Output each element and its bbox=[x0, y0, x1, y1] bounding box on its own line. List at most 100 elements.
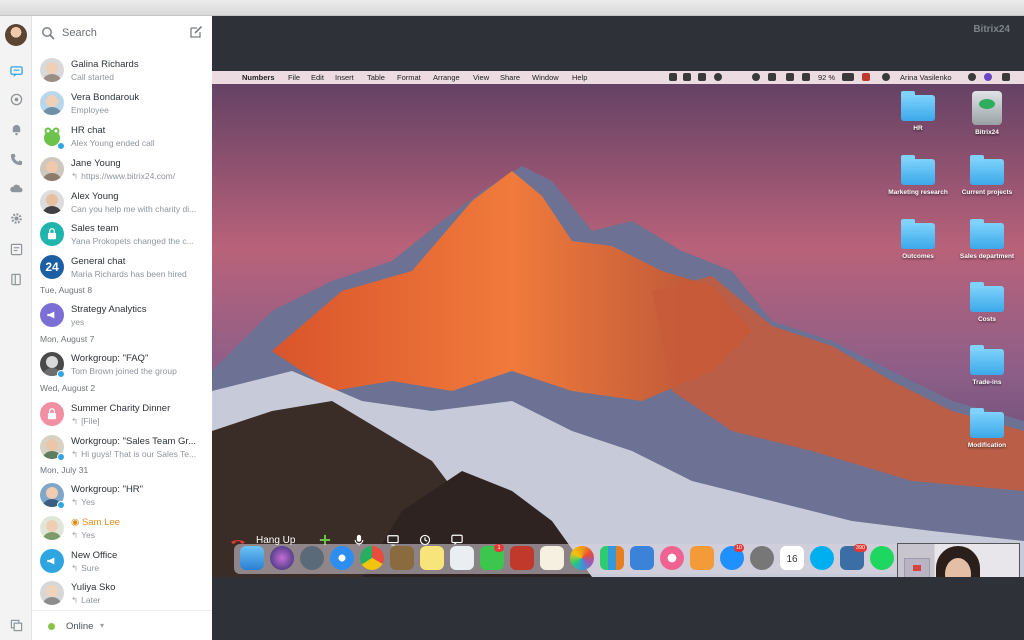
desktop-drive-bitrix24[interactable]: Bitrix24 bbox=[955, 91, 1019, 137]
reply-icon: ↰ bbox=[71, 563, 79, 573]
desktop-folder-current-projects[interactable]: Current projects bbox=[955, 155, 1019, 197]
status-selector[interactable]: Online ▾ bbox=[32, 610, 212, 640]
settings-icon[interactable] bbox=[9, 211, 23, 225]
chat-item-vera-bondarouk[interactable]: Vera Bondarouk Employee bbox=[32, 88, 212, 120]
notification-center-icon[interactable] bbox=[1002, 73, 1010, 81]
drive-icon[interactable] bbox=[9, 182, 23, 196]
desktop-folder-costs[interactable]: Costs bbox=[955, 282, 1019, 324]
skype-icon[interactable] bbox=[810, 546, 834, 570]
desktop-folder-modification[interactable]: Modification bbox=[955, 408, 1019, 450]
keynote-icon[interactable] bbox=[630, 546, 654, 570]
books-icon[interactable] bbox=[690, 546, 714, 570]
pages-icon[interactable] bbox=[540, 546, 564, 570]
chat-item-sales-team[interactable]: Sales team Yana Prokopets changed the c.… bbox=[32, 219, 212, 251]
avatar bbox=[40, 581, 64, 605]
chat-name: Workgroup: "FAQ" bbox=[71, 353, 149, 364]
phone-icon[interactable] bbox=[9, 152, 23, 166]
self-video-preview[interactable] bbox=[897, 543, 1020, 577]
desktop-folder-trade-ins[interactable]: Trade-ins bbox=[955, 345, 1019, 387]
notifications-icon[interactable] bbox=[9, 92, 23, 106]
chat-item-workgroup-faq[interactable]: Workgroup: "FAQ" Tom Brown joined the gr… bbox=[32, 349, 212, 381]
airplay-icon[interactable] bbox=[786, 73, 794, 81]
bluetooth-icon[interactable] bbox=[736, 73, 744, 81]
book-icon[interactable] bbox=[9, 272, 23, 286]
tasks-icon[interactable] bbox=[9, 242, 23, 256]
avatar bbox=[40, 157, 64, 181]
numbers-icon[interactable] bbox=[600, 546, 624, 570]
chat-item-yuliya-sko[interactable]: Yuliya Sko ↰ Later bbox=[32, 578, 212, 610]
menu-edit[interactable]: Edit bbox=[311, 73, 324, 82]
menu-file[interactable]: File bbox=[288, 73, 300, 82]
menu-view[interactable]: View bbox=[473, 73, 489, 82]
wifi-icon[interactable] bbox=[768, 73, 776, 81]
spotify-icon[interactable] bbox=[870, 546, 894, 570]
my-avatar[interactable] bbox=[5, 24, 27, 46]
chat-item-workgroup-sales-team[interactable]: Workgroup: "Sales Team Gr... ↰ Hi guys! T… bbox=[32, 432, 212, 464]
photos-icon[interactable] bbox=[570, 546, 594, 570]
chat-item-hr-chat[interactable]: HR chat Alex Young ended call bbox=[32, 121, 212, 153]
menu-insert[interactable]: Insert bbox=[335, 73, 354, 82]
menu-arrange[interactable]: Arrange bbox=[433, 73, 460, 82]
menu-help[interactable]: Help bbox=[572, 73, 587, 82]
chat-item-alex-young[interactable]: Alex Young Can you help me with charity … bbox=[32, 187, 212, 219]
compose-icon[interactable] bbox=[189, 25, 203, 39]
bell-icon[interactable] bbox=[9, 122, 23, 136]
siri-orb-icon[interactable] bbox=[984, 73, 992, 81]
copy-icon[interactable] bbox=[9, 618, 23, 632]
folder-icon bbox=[970, 408, 1004, 438]
chat-name: Strategy Analytics bbox=[71, 304, 147, 315]
menu-user-name[interactable]: Arina Vasilenko bbox=[900, 73, 952, 82]
chat-name: HR chat bbox=[71, 125, 106, 136]
desktop-folder-marketing[interactable]: Marketing research bbox=[886, 155, 950, 197]
clock-icon[interactable] bbox=[752, 73, 760, 81]
volume-icon[interactable] bbox=[802, 73, 810, 81]
menu-app-name[interactable]: Numbers bbox=[242, 73, 275, 82]
menu-window[interactable]: Window bbox=[532, 73, 559, 82]
desktop-folder-sales[interactable]: Sales department bbox=[955, 219, 1019, 261]
chat-item-workgroup-hr[interactable]: Workgroup: "HR" ↰ Yes bbox=[32, 480, 212, 512]
photo-booth-icon[interactable] bbox=[510, 546, 534, 570]
status-bar-icon[interactable] bbox=[669, 73, 677, 81]
chat-preview: Yana Prokopets changed the c... bbox=[71, 236, 194, 246]
siri-icon[interactable] bbox=[882, 73, 890, 81]
battery-icon[interactable] bbox=[842, 73, 854, 81]
menu-share[interactable]: Share bbox=[500, 73, 520, 82]
map-poster bbox=[904, 558, 930, 577]
launchpad-icon[interactable] bbox=[300, 546, 324, 570]
chat-item-sam-lee[interactable]: ◉ Sam Lee ↰ Yes bbox=[32, 513, 212, 545]
calendar-icon[interactable]: 16 bbox=[780, 546, 804, 570]
avatar bbox=[40, 190, 64, 214]
contacts-icon[interactable] bbox=[450, 546, 474, 570]
chat-item-summer-charity-dinner[interactable]: Summer Charity Dinner ↰ [File] bbox=[32, 399, 212, 431]
finder-icon[interactable] bbox=[240, 546, 264, 570]
chat-item-strategy-analytics[interactable]: Strategy Analytics yes bbox=[32, 300, 212, 332]
time-machine-icon[interactable] bbox=[714, 73, 722, 81]
facebook-icon[interactable] bbox=[698, 73, 706, 81]
system-preferences-icon[interactable] bbox=[750, 546, 774, 570]
chat-icon[interactable] bbox=[9, 64, 23, 78]
menu-table[interactable]: Table bbox=[367, 73, 385, 82]
flag-icon[interactable] bbox=[862, 73, 870, 81]
chrome-icon[interactable] bbox=[360, 546, 384, 570]
dropbox-icon[interactable] bbox=[683, 73, 691, 81]
desktop-folder-hr[interactable]: HR bbox=[886, 91, 950, 133]
search-input[interactable]: Search bbox=[62, 27, 97, 39]
spotlight-icon[interactable] bbox=[968, 73, 976, 81]
notes-book-icon[interactable] bbox=[390, 546, 414, 570]
desktop-folder-outcomes[interactable]: Outcomes bbox=[886, 219, 950, 261]
screen-share-stage: Bitrix24 Numbers File Edit Insert Table … bbox=[212, 16, 1024, 640]
stickies-icon[interactable] bbox=[420, 546, 444, 570]
siri-icon[interactable] bbox=[270, 546, 294, 570]
search-bar[interactable]: Search bbox=[32, 16, 212, 50]
chat-item-general-chat[interactable]: 24 General chat Maria Richards has been … bbox=[32, 252, 212, 284]
menu-format[interactable]: Format bbox=[397, 73, 421, 82]
megaphone-icon bbox=[40, 549, 64, 573]
safari-icon[interactable] bbox=[330, 546, 354, 570]
chat-item-new-office[interactable]: New Office ↰ Sure bbox=[32, 546, 212, 578]
chevron-down-icon: ▾ bbox=[100, 621, 105, 630]
chat-item-galina-richards[interactable]: Galina Richards Call started bbox=[32, 55, 212, 87]
music-icon[interactable] bbox=[660, 546, 684, 570]
avatar bbox=[40, 91, 64, 115]
chat-name: Yuliya Sko bbox=[71, 582, 116, 593]
chat-item-jane-young[interactable]: Jane Young ↰ https://www.bitrix24.com/ bbox=[32, 154, 212, 186]
